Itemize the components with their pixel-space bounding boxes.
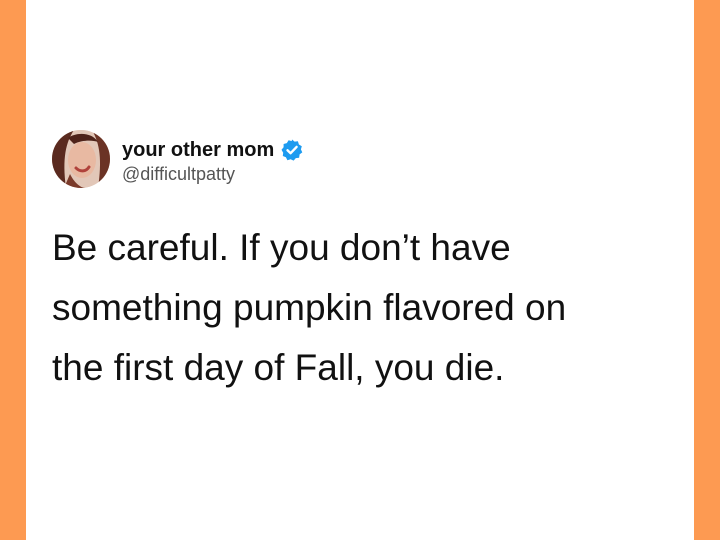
tweet-text-line: something pumpkin flavored on <box>52 287 567 328</box>
left-orange-border <box>0 0 26 540</box>
tweet-text-line: the first day of Fall, you die. <box>52 347 505 388</box>
tweet-text-line: Be careful. If you don’t have <box>52 227 511 268</box>
display-name[interactable]: your other mom <box>122 138 274 162</box>
tweet-card: your other mom @difficultpatty Be carefu… <box>52 130 672 420</box>
display-name-row: your other mom <box>122 138 304 162</box>
verified-badge-icon <box>280 138 304 162</box>
user-handle[interactable]: @difficultpatty <box>122 163 235 185</box>
avatar-photo-icon <box>52 130 110 188</box>
tweet-header: your other mom @difficultpatty <box>52 130 452 192</box>
tweet-text: Be careful. If you don’t have something … <box>52 218 682 398</box>
right-orange-border <box>694 0 720 540</box>
avatar[interactable] <box>52 130 110 188</box>
tweet-screenshot-frame: your other mom @difficultpatty Be carefu… <box>0 0 720 540</box>
